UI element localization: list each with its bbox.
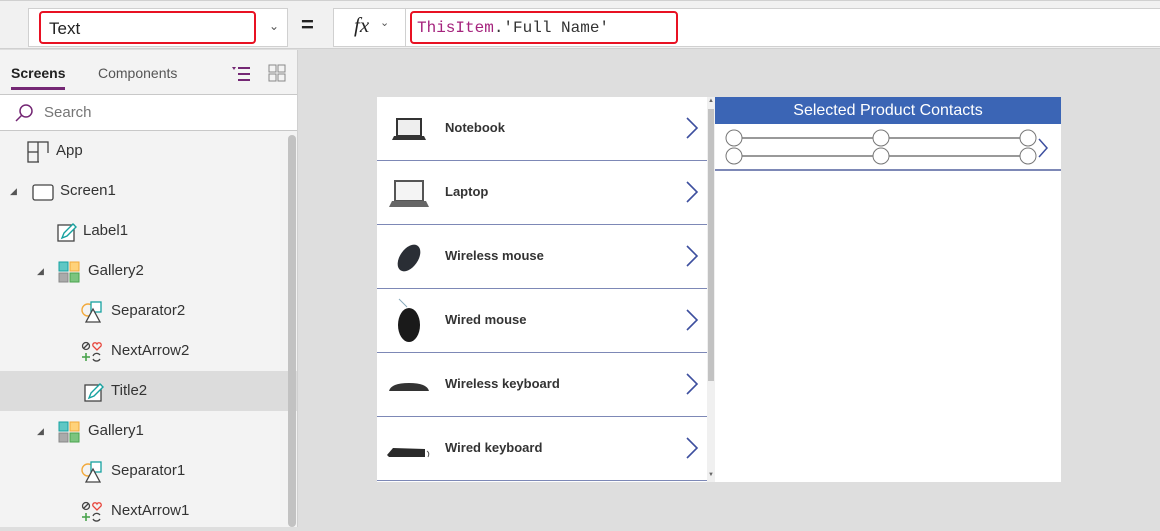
app-icon: [27, 141, 49, 163]
resize-handle: [725, 147, 743, 165]
resize-handle: [1019, 129, 1037, 147]
tree-item-gallery2[interactable]: ◢ Gallery2: [0, 251, 297, 291]
next-arrow-icon[interactable]: [685, 437, 699, 459]
gallery-item[interactable]: Notebook: [377, 97, 707, 161]
tree-view-icon[interactable]: [230, 64, 252, 82]
equals-sign: =: [301, 12, 314, 37]
tree-item-gallery1[interactable]: ◢ Gallery1: [0, 411, 297, 451]
fx-icon[interactable]: fx: [354, 13, 369, 38]
gallery-item[interactable]: Wired mouse: [377, 289, 707, 353]
tree-item-nextarrow2[interactable]: NextArrow2: [0, 331, 297, 371]
scroll-down-icon[interactable]: ▼: [707, 472, 715, 478]
gallery-item-title: Wired keyboard: [445, 440, 543, 455]
gallery-item-title: Wireless mouse: [445, 248, 544, 263]
wired-keyboard-image: [387, 448, 430, 458]
gallery2-item[interactable]: [715, 124, 1061, 171]
tree-item-screen1[interactable]: ◢ Screen1: [0, 171, 297, 211]
gallery-item[interactable]: Laptop: [377, 161, 707, 225]
tree-item-title2[interactable]: Title2: [0, 371, 297, 411]
formula-keyword: ThisItem: [417, 19, 494, 37]
tree-list: App ◢ Screen1 Label1 ◢ Gallery2 Separato…: [0, 131, 297, 531]
gallery-item[interactable]: Wireless mouse: [377, 225, 707, 289]
gallery-item-title: Laptop: [445, 184, 489, 199]
next-arrow-icon[interactable]: [685, 373, 699, 395]
tree-item-label: Label1: [83, 222, 129, 239]
next-arrow-icon[interactable]: [685, 117, 699, 139]
tree-item-label: NextArrow1: [111, 502, 190, 519]
laptop-image: [389, 180, 429, 207]
tree-item-label: Screen1: [60, 182, 116, 199]
scroll-up-icon[interactable]: ▲: [707, 98, 715, 104]
tree-scrollbar[interactable]: [288, 135, 296, 527]
formula-text: .'Full Name': [493, 19, 610, 37]
tab-screens[interactable]: Screens: [11, 65, 66, 90]
fx-chevron-down-icon[interactable]: ⌄: [380, 16, 389, 29]
next-arrow-icon: [1038, 138, 1049, 158]
shapes-icon: [81, 461, 102, 483]
property-selector[interactable]: Text: [39, 11, 256, 44]
gallery-item[interactable]: Wired keyboard: [377, 417, 707, 481]
label-icon: [84, 383, 104, 402]
selection-handles[interactable]: [723, 126, 1053, 168]
gallery-item-title: Notebook: [445, 120, 505, 135]
gallery-icon: [58, 421, 80, 443]
next-arrow-icon[interactable]: [685, 181, 699, 203]
search-input[interactable]: [44, 104, 274, 121]
label-icon: [57, 223, 77, 242]
next-arrow-icon[interactable]: [685, 245, 699, 267]
resize-handle: [1019, 147, 1037, 165]
tree-item-label: Gallery1: [88, 422, 144, 439]
formula-input[interactable]: ThisItem.'Full Name': [410, 11, 678, 44]
icons-icon: [81, 341, 102, 362]
tab-components[interactable]: Components: [98, 65, 177, 81]
tree-item-nextarrow1[interactable]: NextArrow1: [0, 491, 297, 531]
next-arrow-icon[interactable]: [685, 309, 699, 331]
chevron-down-icon[interactable]: ⌄: [264, 16, 284, 36]
wireless-keyboard-image: [389, 383, 429, 391]
gallery-item-title: Wireless keyboard: [445, 376, 560, 391]
gallery-scroll-thumb[interactable]: [708, 109, 714, 381]
gallery-item[interactable]: Wireless keyboard: [377, 353, 707, 417]
search-icon: [15, 104, 33, 122]
tree-item-separator2[interactable]: Separator2: [0, 291, 297, 331]
gallery2-header: Selected Product Contacts: [715, 97, 1061, 124]
screen-icon: [32, 184, 54, 201]
gallery-icon: [58, 261, 80, 283]
resize-handle: [725, 129, 743, 147]
tree-item-label: Separator2: [111, 302, 186, 319]
tree-item-separator1[interactable]: Separator1: [0, 451, 297, 491]
collapse-caret-icon[interactable]: ◢: [37, 426, 44, 437]
gallery-item-title: Wired mouse: [445, 312, 527, 327]
tree-item-label: NextArrow2: [111, 342, 190, 359]
icons-icon: [81, 501, 102, 522]
gallery1[interactable]: Notebook Laptop Wireless mouse Wired mou…: [377, 97, 715, 482]
shapes-icon: [81, 301, 102, 323]
collapse-caret-icon[interactable]: ◢: [37, 266, 44, 277]
grid-view-icon[interactable]: [268, 64, 286, 82]
wireless-mouse-image: [397, 244, 421, 272]
wired-mouse-image: [398, 298, 420, 342]
collapse-caret-icon[interactable]: ◢: [10, 186, 17, 197]
tree-item-label: Separator1: [111, 462, 186, 479]
tree-view-panel: Screens Components App: [0, 50, 298, 527]
tree-item-label1[interactable]: Label1: [0, 211, 297, 251]
tree-item-label: Gallery2: [88, 262, 144, 279]
resize-handle: [872, 129, 890, 147]
tree-item-label: Title2: [111, 382, 148, 399]
gallery2[interactable]: Selected Product Contacts: [715, 97, 1061, 482]
tree-item-app[interactable]: App: [0, 131, 297, 171]
notebook-image: [392, 118, 426, 140]
resize-handle: [872, 147, 890, 165]
search-box[interactable]: [0, 94, 297, 131]
tree-item-label: App: [56, 142, 83, 159]
